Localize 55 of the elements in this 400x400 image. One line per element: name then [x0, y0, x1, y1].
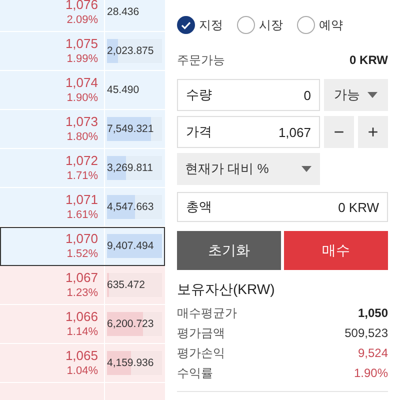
minus-button[interactable]: − — [324, 116, 354, 148]
price-text: 1,067 — [65, 270, 98, 286]
change-percent: 1.52% — [66, 247, 98, 261]
order-type-radio[interactable]: 예약 — [297, 16, 343, 34]
order-type-radio[interactable]: 지정 — [177, 16, 223, 34]
available-value: 0 KRW — [350, 53, 388, 67]
change-percent: 1.99% — [66, 52, 98, 66]
order-type-radio[interactable]: 시장 — [237, 16, 283, 34]
price-text: 1,070 — [65, 231, 98, 247]
price-text: 1,074 — [65, 75, 98, 91]
holding-value: 1.90% — [354, 366, 388, 380]
change-percent: 1.90% — [66, 91, 98, 105]
volume-text: 28.436 — [107, 6, 140, 18]
quantity-dropdown[interactable]: 가능 — [324, 79, 388, 111]
holding-value: 9,524 — [358, 346, 388, 360]
price-field[interactable]: 가격 1,067 — [177, 116, 320, 148]
change-percent: 2.09% — [66, 13, 98, 27]
holding-label: 수익률 — [177, 364, 213, 382]
volume-text: 45.490 — [107, 84, 140, 96]
price-text: 1,072 — [65, 153, 98, 169]
volume-text: 4,547.663 — [107, 201, 154, 213]
holdings-title: 보유자산(KRW) — [177, 281, 276, 299]
dropdown-arrow-icon — [367, 92, 378, 98]
price-text: 1,065 — [65, 348, 98, 364]
volume-text: 7,549.321 — [107, 123, 154, 135]
total-field[interactable]: 총액 0 KRW — [177, 192, 388, 222]
dropdown-arrow-icon — [301, 166, 312, 172]
volume-text: 9,407.494 — [107, 240, 154, 252]
volume-text: 3,269.811 — [107, 162, 153, 174]
holding-value: 1,050 — [358, 306, 388, 320]
plus-button[interactable]: + — [358, 116, 388, 148]
price-text: 1,075 — [65, 36, 98, 52]
holding-value: 509,523 — [344, 326, 388, 340]
change-percent: 1.80% — [66, 130, 98, 144]
reset-button[interactable]: 초기화 — [177, 231, 281, 270]
price-text: 1,073 — [65, 114, 98, 130]
volume-text: 2,023.875 — [107, 45, 154, 57]
buy-button[interactable]: 매수 — [284, 231, 388, 270]
holding-label: 매수평균가 — [177, 304, 237, 322]
quantity-field[interactable]: 수량 0 — [177, 79, 320, 111]
change-percent: 1.04% — [66, 364, 98, 378]
holding-label: 평가손익 — [177, 344, 225, 362]
price-text: 1,071 — [65, 192, 98, 208]
price-text: 1,076 — [65, 0, 98, 13]
price-text: 1,066 — [65, 309, 98, 325]
volume-text: 4,159.936 — [107, 357, 154, 369]
change-percent: 1.61% — [66, 208, 98, 222]
holding-label: 평가금액 — [177, 324, 225, 342]
change-percent: 1.14% — [66, 325, 98, 339]
price-mode-dropdown[interactable]: 현재가 대비 % — [177, 153, 320, 185]
change-percent: 1.23% — [66, 286, 98, 300]
volume-text: 635.472 — [107, 279, 145, 291]
available-label: 주문가능 — [177, 52, 225, 68]
volume-text: 6,200.723 — [107, 318, 154, 330]
change-percent: 1.71% — [66, 169, 98, 183]
